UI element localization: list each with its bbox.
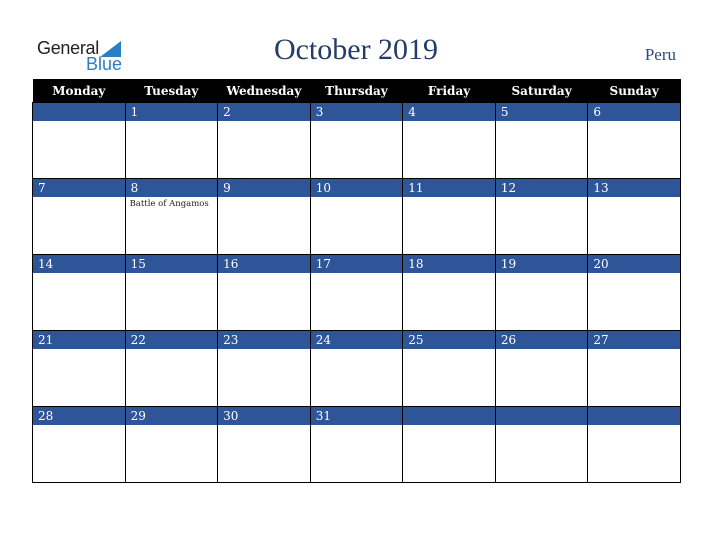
day-number — [403, 407, 495, 425]
day-number: 7 — [33, 179, 125, 197]
country-label: Peru — [644, 45, 676, 64]
day-number: 5 — [495, 103, 588, 121]
day-cell[interactable]: 29 — [124, 406, 219, 483]
day-number: 31 — [310, 407, 403, 425]
day-cell[interactable]: 19 — [494, 254, 589, 331]
weekday-header-row: Monday Tuesday Wednesday Thursday Friday… — [32, 79, 681, 103]
day-cell[interactable]: 18 — [402, 254, 496, 331]
day-number: 2 — [218, 103, 310, 121]
day-number: 18 — [403, 255, 495, 273]
holiday-event: Battle of Angamos — [129, 199, 209, 209]
weekday-header: Monday — [32, 79, 126, 103]
day-cell[interactable]: 20 — [587, 254, 681, 331]
day-number: 9 — [218, 179, 310, 197]
weekday-header: Tuesday — [125, 79, 218, 103]
day-number: 8 — [125, 179, 218, 197]
day-cell[interactable]: 6 — [587, 102, 681, 179]
day-number: 10 — [310, 179, 403, 197]
day-number: 13 — [588, 179, 680, 197]
day-number: 28 — [33, 407, 125, 425]
day-cell[interactable]: 11 — [402, 178, 496, 255]
day-number: 25 — [403, 331, 495, 349]
day-number: 4 — [403, 103, 495, 121]
day-number — [33, 103, 125, 121]
day-number: 6 — [588, 103, 680, 121]
day-number: 12 — [495, 179, 588, 197]
day-cell[interactable]: 25 — [402, 330, 496, 407]
day-cell[interactable]: 27 — [587, 330, 681, 407]
day-cell[interactable]: 3 — [309, 102, 404, 179]
day-cell[interactable]: 12 — [494, 178, 589, 255]
day-number: 15 — [125, 255, 218, 273]
weekday-header: Friday — [402, 79, 496, 103]
day-cell[interactable]: 9 — [217, 178, 311, 255]
week-row: 7 8 Battle of Angamos 9 10 11 12 13 — [32, 178, 681, 255]
day-number: 16 — [218, 255, 310, 273]
day-cell[interactable] — [32, 102, 126, 179]
day-cell[interactable]: 15 — [124, 254, 219, 331]
day-number — [588, 407, 680, 425]
day-number: 24 — [310, 331, 403, 349]
day-number: 11 — [403, 179, 495, 197]
day-cell[interactable]: 26 — [494, 330, 589, 407]
day-cell[interactable]: 7 — [32, 178, 126, 255]
day-cell[interactable]: 23 — [217, 330, 311, 407]
day-number: 21 — [33, 331, 125, 349]
day-cell[interactable]: 21 — [32, 330, 126, 407]
calendar-grid: Monday Tuesday Wednesday Thursday Friday… — [32, 79, 681, 483]
day-cell[interactable] — [587, 406, 681, 483]
day-number: 1 — [125, 103, 218, 121]
day-cell[interactable]: 2 — [217, 102, 311, 179]
day-number: 26 — [495, 331, 588, 349]
week-row: 28 29 30 31 — [32, 406, 681, 483]
day-cell[interactable]: 10 — [309, 178, 404, 255]
week-row: 21 22 23 24 25 26 27 — [32, 330, 681, 407]
weekday-header: Thursday — [310, 79, 403, 103]
day-number: 30 — [218, 407, 310, 425]
weekday-header: Wednesday — [217, 79, 311, 103]
day-cell[interactable]: 8 Battle of Angamos — [124, 178, 219, 255]
day-cell[interactable]: 24 — [309, 330, 404, 407]
day-cell[interactable]: 5 — [494, 102, 589, 179]
day-number: 22 — [125, 331, 218, 349]
day-cell[interactable] — [402, 406, 496, 483]
day-number: 27 — [588, 331, 680, 349]
week-row: 123456 — [32, 102, 681, 179]
calendar-title: October 2019 — [273, 33, 439, 66]
day-number: 14 — [33, 255, 125, 273]
day-cell[interactable] — [494, 406, 589, 483]
day-cell[interactable]: 1 — [124, 102, 219, 179]
day-cell[interactable]: 13 — [587, 178, 681, 255]
day-cell[interactable]: 28 — [32, 406, 126, 483]
day-cell[interactable]: 30 — [217, 406, 311, 483]
day-number: 20 — [588, 255, 680, 273]
day-number: 17 — [310, 255, 403, 273]
day-cell[interactable]: 17 — [309, 254, 404, 331]
weekday-header: Saturday — [495, 79, 588, 103]
week-row: 14 15 16 17 18 19 20 — [32, 254, 681, 331]
day-cell[interactable]: 31 — [309, 406, 404, 483]
day-cell[interactable]: 14 — [32, 254, 126, 331]
day-number: 23 — [218, 331, 310, 349]
day-number — [495, 407, 588, 425]
day-number: 19 — [495, 255, 588, 273]
day-cell[interactable]: 22 — [124, 330, 219, 407]
day-number: 3 — [310, 103, 403, 121]
day-cell[interactable]: 4 — [402, 102, 496, 179]
day-number: 29 — [125, 407, 218, 425]
day-cell[interactable]: 16 — [217, 254, 311, 331]
weekday-header: Sunday — [587, 79, 681, 103]
